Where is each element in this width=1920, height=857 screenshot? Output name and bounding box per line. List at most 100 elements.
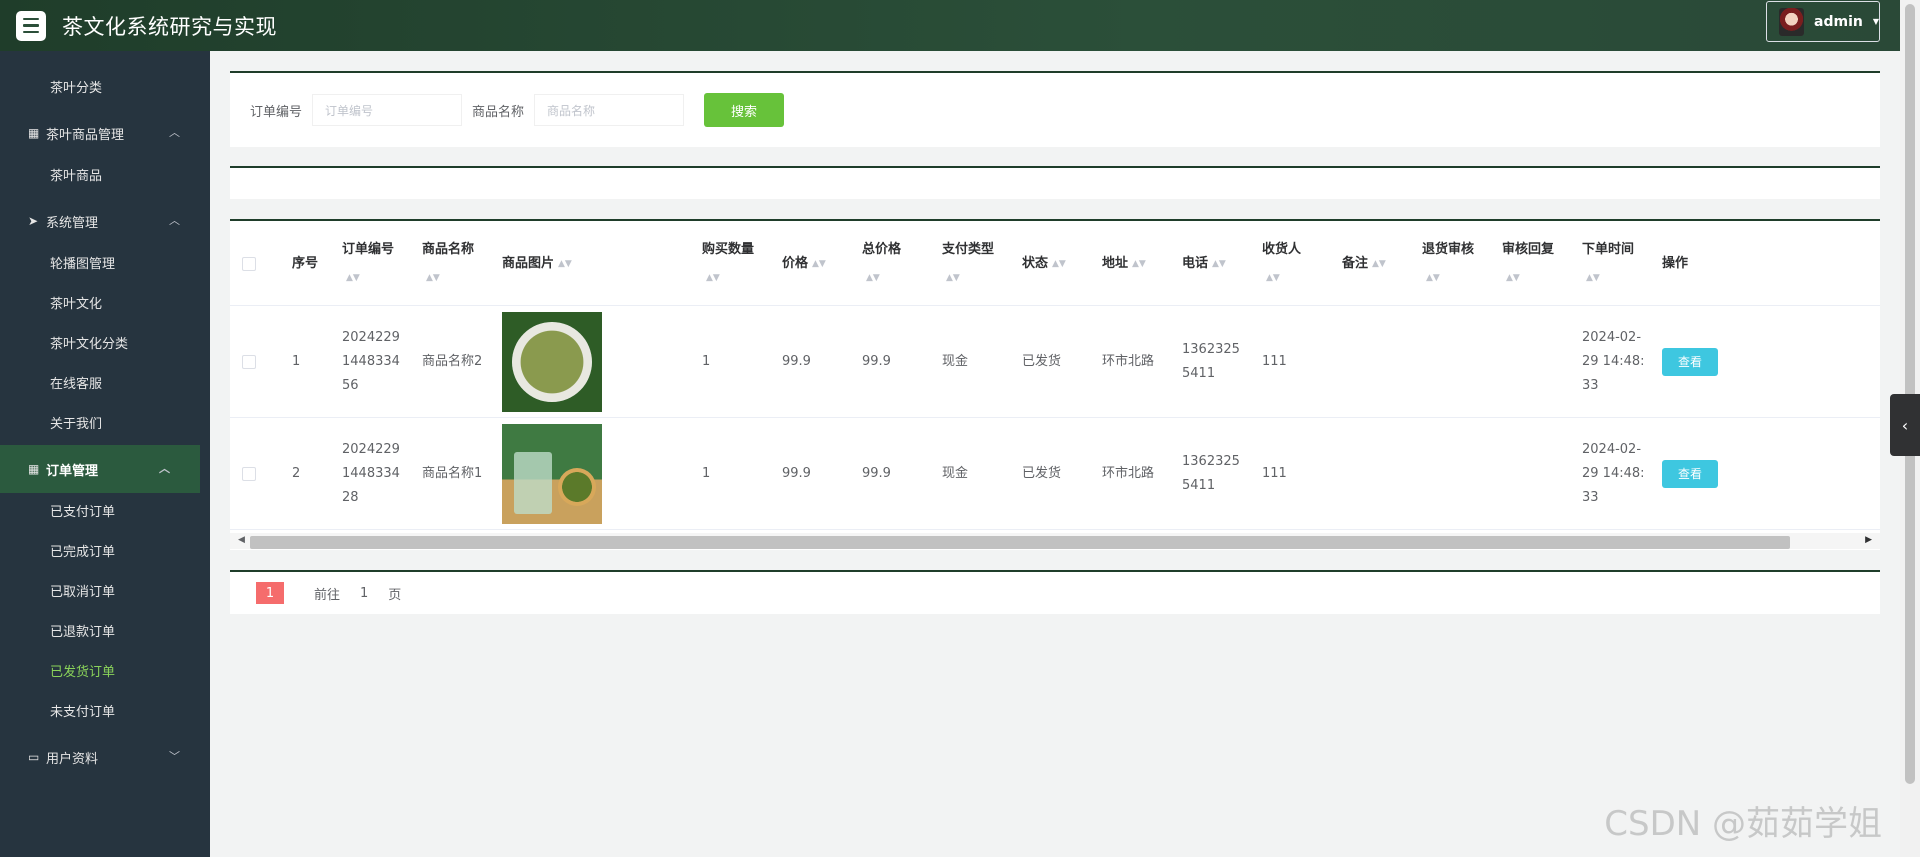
col-index: 序号 [292,255,319,271]
order-number-label: 订单编号 [250,104,303,120]
col-product-image[interactable]: 商品图片 ▲▼ [502,221,572,306]
col-address[interactable]: 地址 ▲▼ [1102,221,1146,306]
cell-index: 1 [292,354,301,369]
side-panel-toggle[interactable]: ‹ [1890,394,1920,456]
col-receiver[interactable]: 收货人 ▲▼ [1262,221,1301,306]
search-button[interactable]: 搜索 [704,93,785,127]
cell-pay-type: 现金 [942,466,969,481]
sort-icon: ▲▼ [1132,258,1146,269]
user-menu-button[interactable]: admin ▼ [1766,1,1880,42]
sort-icon: ▲▼ [1372,258,1386,269]
send-icon: ➤ [28,214,39,228]
sidebar-group-1[interactable]: ▦ 茶叶商品管理 ︿ [0,109,210,157]
sort-icon: ▲▼ [1586,272,1600,283]
view-button[interactable]: 查看 [1662,348,1718,376]
sidebar-group-9[interactable]: ▦ 订单管理 ︿ [0,445,200,493]
col-quantity[interactable]: 购买数量 ▲▼ [702,221,754,306]
sidebar-item-2[interactable]: 茶叶商品 [0,157,210,197]
view-button[interactable]: 查看 [1662,460,1718,488]
chevron-up-icon: ︿ [159,462,170,475]
cell-order-no: 20242291448334 28 [342,442,400,505]
sidebar-item-8[interactable]: 关于我们 [0,405,210,445]
sidebar-item-0[interactable]: 茶叶分类 [0,69,210,109]
sort-icon: ▲▼ [346,272,360,283]
col-total-price[interactable]: 总价格 ▲▼ [862,221,901,306]
sort-icon: ▲▼ [1506,272,1520,283]
cell-address: 环市北路 [1102,466,1155,481]
cell-order-time: 2024-02-29 14:48:33 [1582,442,1645,505]
calendar-icon: ▭ [28,750,40,764]
sort-icon: ▲▼ [866,272,880,283]
scroll-left-icon[interactable]: ◀ [238,535,245,545]
col-product-name[interactable]: 商品名称 ▲▼ [422,221,474,306]
sort-icon: ▲▼ [1212,258,1226,269]
sidebar-item-14[interactable]: 已发货订单 [0,653,210,693]
sort-icon: ▲▼ [558,258,572,269]
cell-total: 99.9 [862,354,891,369]
row-checkbox[interactable] [242,355,256,369]
product-image [502,424,602,524]
cell-price: 99.9 [782,354,811,369]
page-number-current[interactable]: 1 [256,582,284,604]
sidebar-group-3[interactable]: ➤ 系统管理 ︿ [0,197,210,245]
cell-receiver: 111 [1262,466,1287,481]
cell-pay-type: 现金 [942,354,969,369]
row-checkbox[interactable] [242,467,256,481]
hamburger-icon [23,17,39,21]
search-panel: 订单编号 订单编号 商品名称 商品名称 搜索 [230,71,1880,147]
goto-page-input[interactable]: 1 [360,586,368,601]
table-row: 1 20242291448334 56 商品名称2 1 99.9 99.9 现金… [230,306,1880,418]
cell-phone: 13623255411 [1182,454,1240,493]
select-all-checkbox[interactable] [242,221,256,306]
scrollbar-thumb[interactable] [250,536,1790,549]
scroll-right-icon[interactable]: ▶ [1865,535,1872,545]
cell-order-time: 2024-02-29 14:48:33 [1582,330,1645,393]
col-order-time[interactable]: 下单时间 ▲▼ [1582,221,1634,306]
sort-icon: ▲▼ [706,272,720,283]
sidebar-item-6[interactable]: 茶叶文化分类 [0,325,210,365]
col-remark[interactable]: 备注 ▲▼ [1342,221,1386,306]
cell-total: 99.9 [862,466,891,481]
sidebar-item-12[interactable]: 已取消订单 [0,573,210,613]
sidebar-item-5[interactable]: 茶叶文化 [0,285,210,325]
col-review-reply[interactable]: 审核回复 ▲▼ [1502,221,1554,306]
horizontal-scrollbar[interactable]: ◀ ▶ [230,533,1880,549]
cell-quantity: 1 [702,466,711,481]
col-payment-type[interactable]: 支付类型 ▲▼ [942,221,994,306]
col-return-review[interactable]: 退货审核 ▲▼ [1422,221,1474,306]
sidebar-item-4[interactable]: 轮播图管理 [0,245,210,285]
sidebar-item-11[interactable]: 已完成订单 [0,533,210,573]
table-row: 2 20242291448334 28 商品名称1 1 99.9 99.9 现金… [230,418,1880,530]
cell-status: 已发货 [1022,354,1062,369]
sidebar-group-label: 订单管理 [46,463,99,479]
checkbox[interactable] [242,256,256,271]
col-status[interactable]: 状态 ▲▼ [1022,221,1066,306]
sidebar-item-13[interactable]: 已退款订单 [0,613,210,653]
cell-status: 已发货 [1022,466,1062,481]
col-price[interactable]: 价格 ▲▼ [782,221,826,306]
orders-table: 序号 订单编号 ▲▼ 商品名称 ▲▼ 商品图片 ▲▼ 购买数量 ▲▼ 价格 ▲▼ 总价格 ▲… [230,219,1880,550]
sidebar-item-7[interactable]: 在线客服 [0,365,210,405]
sidebar: 茶叶分类 ▦ 茶叶商品管理 ︿ 茶叶商品 ➤ 系统管理 ︿ 轮播图管理 茶叶文化 茶叶文化分类 在线客… [0,51,210,857]
sidebar-item-10[interactable]: 已支付订单 [0,493,210,533]
sidebar-group-16[interactable]: ▭ 用户资料 ﹀ [0,733,210,781]
col-order-no[interactable]: 订单编号 ▲▼ [342,221,394,306]
sort-icon: ▲▼ [426,272,440,283]
watermark: CSDN @茹茹学姐 [1604,804,1882,844]
product-name-input[interactable]: 商品名称 [534,94,685,126]
sort-icon: ▲▼ [1052,258,1066,269]
cell-receiver: 111 [1262,354,1287,369]
grid-icon: ▦ [28,126,40,140]
order-number-input[interactable]: 订单编号 [312,94,463,126]
page-suffix: 页 [388,587,402,603]
sidebar-item-15[interactable]: 未支付订单 [0,693,210,733]
user-name: admin [1814,13,1863,30]
hamburger-icon [23,30,39,34]
toolbar-panel [230,166,1880,199]
menu-toggle-button[interactable] [16,10,46,41]
cell-product: 商品名称1 [422,466,483,481]
sort-icon: ▲▼ [946,272,960,283]
sort-icon: ▲▼ [812,258,826,269]
col-phone[interactable]: 电话 ▲▼ [1182,221,1226,306]
cell-order-no: 20242291448334 56 [342,330,400,393]
